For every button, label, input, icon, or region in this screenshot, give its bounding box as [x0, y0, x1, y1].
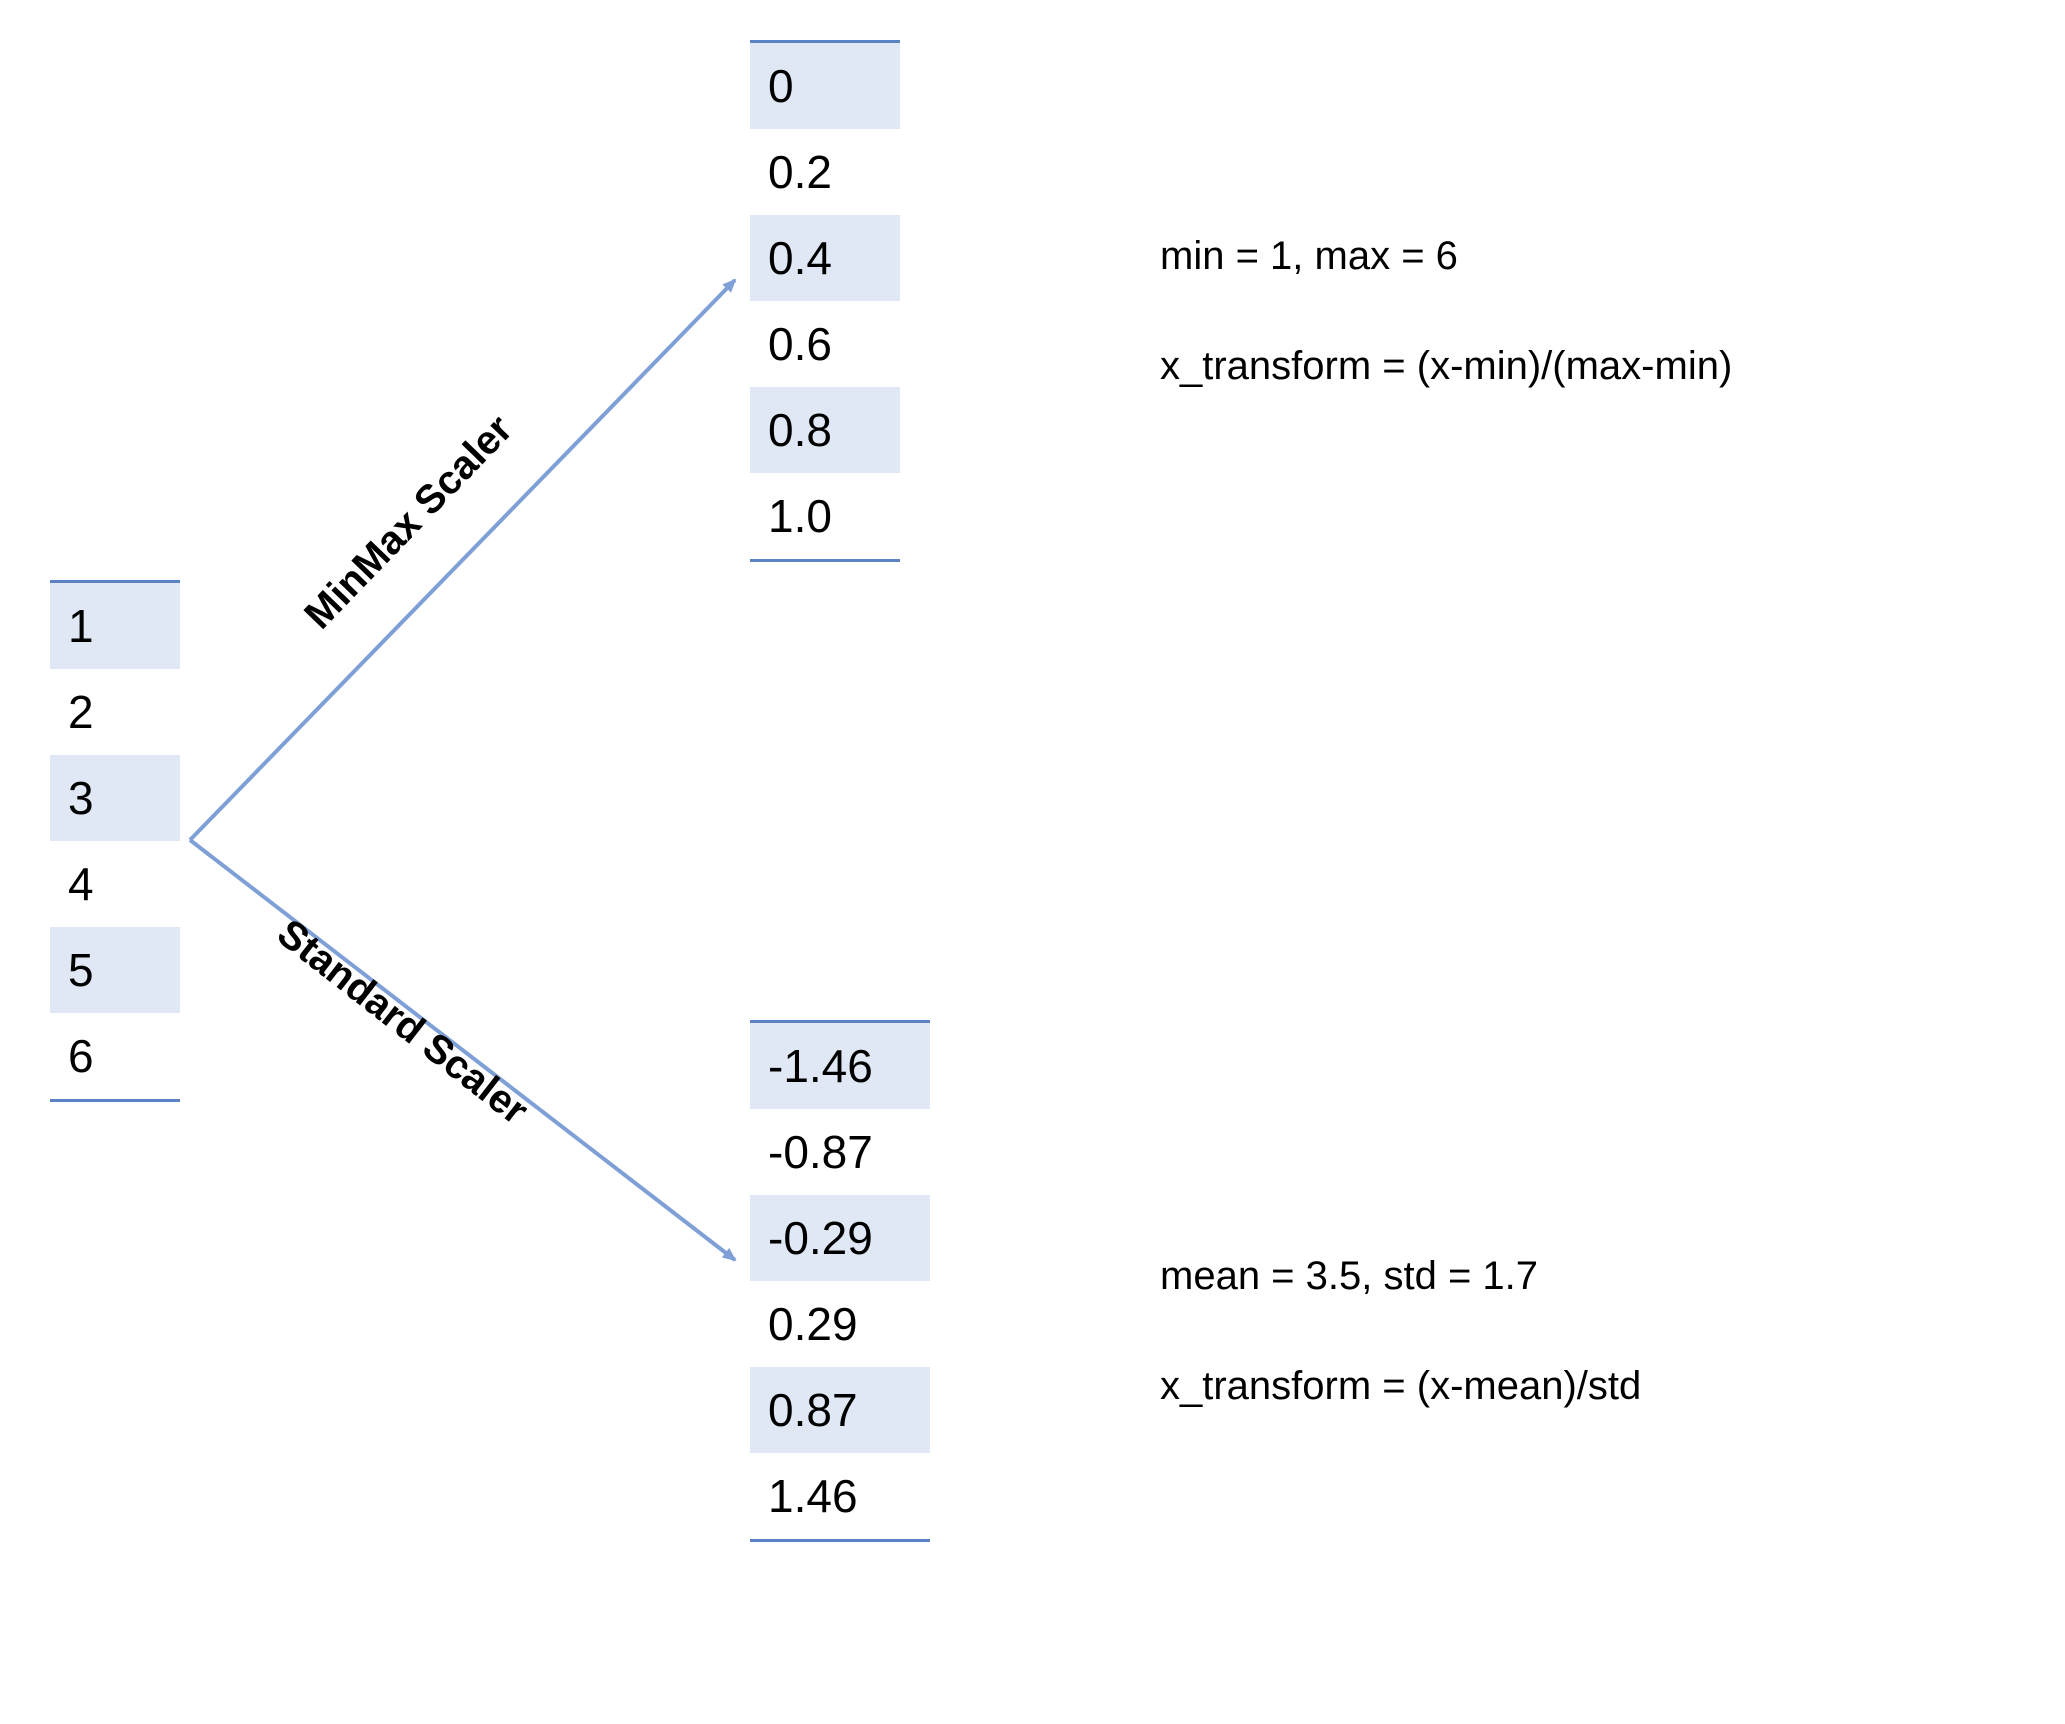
input-cell: 6 — [50, 1013, 180, 1099]
standard-column: -1.46 -0.87 -0.29 0.29 0.87 1.46 — [750, 1020, 930, 1539]
input-cell: 5 — [50, 927, 180, 1013]
standard-cell: 0.87 — [750, 1367, 930, 1453]
standard-label: Standard Scaler — [268, 911, 536, 1134]
minmax-cell: 0.4 — [750, 215, 900, 301]
minmax-label: MinMax Scaler — [296, 407, 521, 638]
input-cell: 4 — [50, 841, 180, 927]
minmax-cell: 1.0 — [750, 473, 900, 559]
input-cell: 3 — [50, 755, 180, 841]
input-column: 1 2 3 4 5 6 — [50, 580, 180, 1099]
minmax-cell: 0.8 — [750, 387, 900, 473]
standard-cell: -0.87 — [750, 1109, 930, 1195]
minmax-formula: x_transform = (x-min)/(max-min) — [1160, 340, 1732, 392]
minmax-column: 0 0.2 0.4 0.6 0.8 1.0 — [750, 40, 900, 559]
input-cell: 2 — [50, 669, 180, 755]
standard-cell: -1.46 — [750, 1023, 930, 1109]
minmax-cell: 0.6 — [750, 301, 900, 387]
minmax-cell: 0 — [750, 43, 900, 129]
standard-params: mean = 3.5, std = 1.7 — [1160, 1250, 1538, 1302]
standard-cell: 1.46 — [750, 1453, 930, 1539]
standard-formula: x_transform = (x-mean)/std — [1160, 1360, 1641, 1412]
standard-cell: -0.29 — [750, 1195, 930, 1281]
input-cell: 1 — [50, 583, 180, 669]
minmax-params: min = 1, max = 6 — [1160, 230, 1458, 282]
scaler-diagram: 1 2 3 4 5 6 0 0.2 0.4 0.6 0.8 1.0 -1.46 … — [0, 0, 2065, 1724]
minmax-cell: 0.2 — [750, 129, 900, 215]
arrows-svg — [0, 0, 2065, 1724]
standard-cell: 0.29 — [750, 1281, 930, 1367]
